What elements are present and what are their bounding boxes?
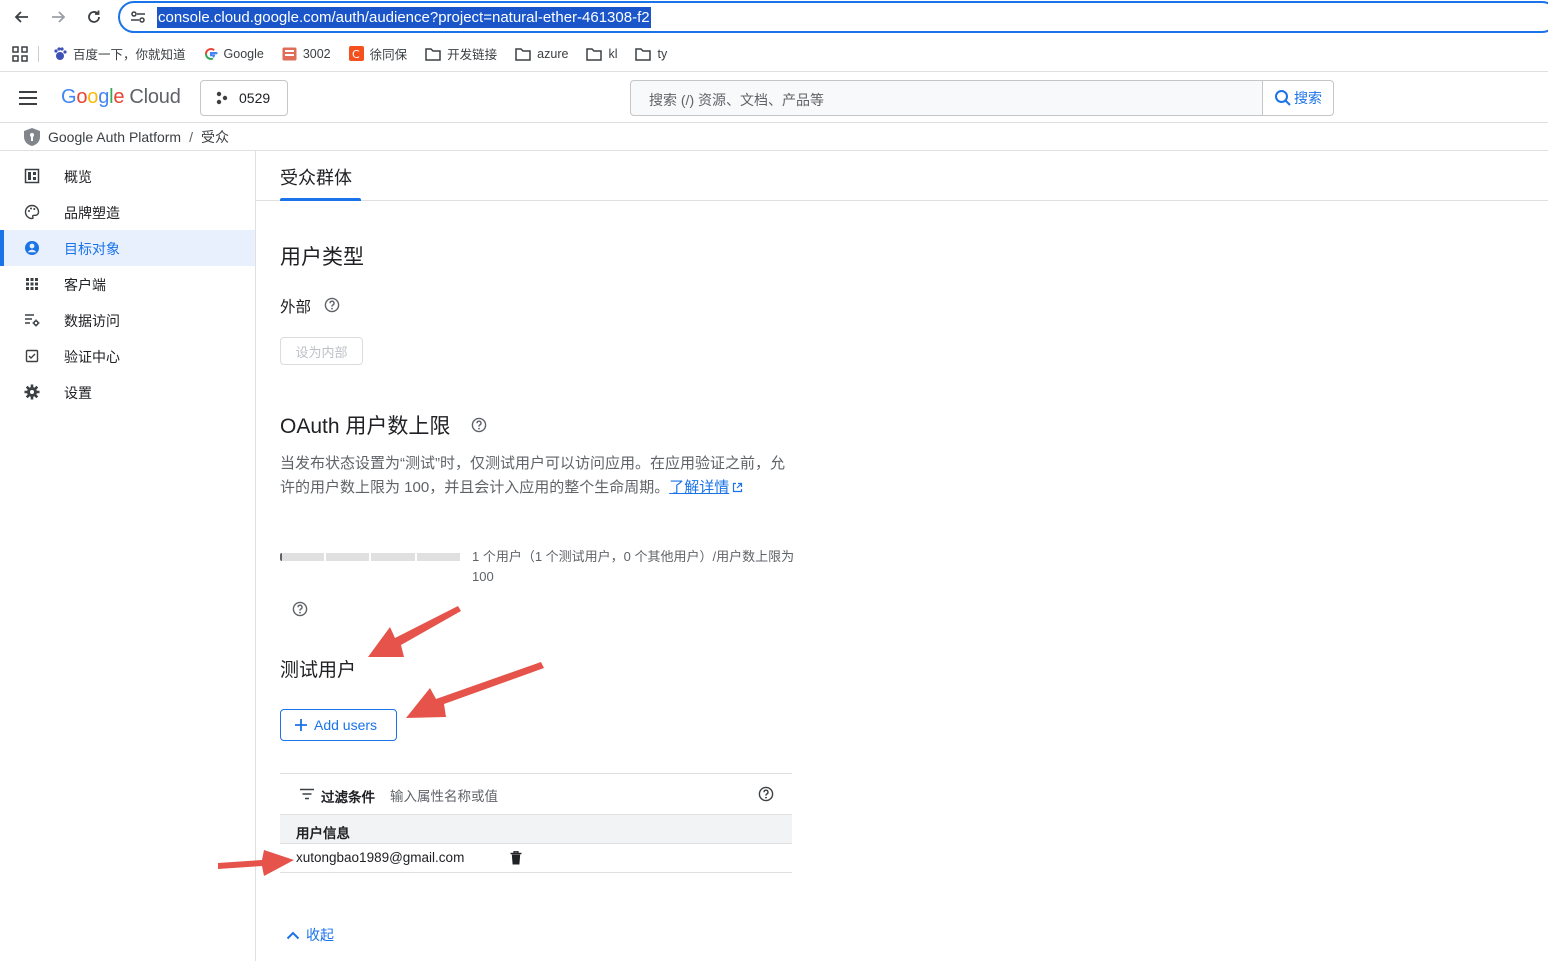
learn-more-link[interactable]: 了解详情 — [669, 479, 743, 496]
bookmark-baidu[interactable]: 百度一下，你就知道 — [53, 44, 186, 63]
chevron-up-icon — [286, 930, 300, 940]
filter-label: 过滤条件 — [321, 790, 375, 805]
oauth-limit-heading: OAuth 用户数上限 — [280, 415, 451, 438]
oauth-limit-description: 当发布状态设置为“测试”时，仅测试用户可以访问应用。在应用验证之前，允许的用户数… — [280, 455, 785, 496]
help-icon[interactable] — [292, 601, 308, 617]
search-icon — [1274, 89, 1292, 107]
filter-bar[interactable]: 过滤条件 输入属性名称或值 — [280, 773, 792, 815]
help-icon[interactable] — [471, 417, 487, 433]
breadcrumb-current: 受众 — [200, 128, 229, 145]
url-text: console.cloud.google.com/auth/audience?p… — [157, 7, 651, 28]
search-placeholder: 搜索 (/) 资源、文档、产品等 — [649, 92, 824, 108]
gear-icon — [24, 384, 40, 400]
table-header-user-info: 用户信息 — [280, 815, 792, 844]
url-field[interactable]: console.cloud.google.com/auth/audience?p… — [118, 1, 1548, 33]
help-icon[interactable] — [758, 786, 774, 802]
browser-address-bar-row: console.cloud.google.com/auth/audience?p… — [0, 0, 1548, 34]
filter-list-icon — [300, 788, 314, 800]
make-internal-button[interactable]: 设为内部 — [280, 337, 363, 365]
reload-icon[interactable] — [83, 6, 105, 28]
sidebar-item-overview[interactable]: 概览 — [0, 158, 255, 194]
tab-bar: 受众群体 — [256, 151, 1548, 201]
svg-text:C: C — [352, 48, 360, 61]
sidebar: 概览 品牌塑造 目标对象 客户端 数据访问 验证中心 设置 — [0, 151, 256, 961]
progress-fill — [280, 553, 282, 561]
dashboard-icon — [24, 168, 40, 184]
hamburger-menu-icon[interactable] — [18, 88, 38, 113]
main-content: 受众群体 用户类型 外部 设为内部 OAuth 用户数上限 当发布状态设置为“测… — [256, 151, 1548, 961]
back-arrow-icon[interactable] — [11, 6, 33, 28]
palette-icon — [24, 204, 40, 220]
bookmarks-divider — [38, 45, 39, 62]
sidebar-item-data-access[interactable]: 数据访问 — [0, 302, 255, 338]
bookmark-folder-kl[interactable]: kl — [586, 47, 617, 61]
bookmark-csdn[interactable]: C 徐同保 — [348, 44, 407, 63]
filter-input[interactable]: 输入属性名称或值 — [390, 785, 498, 805]
plus-icon — [294, 718, 308, 732]
tab-audience[interactable]: 受众群体 — [280, 164, 352, 190]
verified-checkbox-icon — [24, 348, 40, 364]
baidu-icon — [53, 46, 67, 61]
progress-segment — [371, 553, 415, 561]
forward-arrow-icon[interactable] — [47, 6, 69, 28]
data-settings-icon — [24, 312, 40, 328]
search-input[interactable]: 搜索 (/) 资源、文档、产品等 — [630, 80, 1263, 116]
apps-grid-icon — [24, 276, 40, 292]
site-settings-icon[interactable] — [130, 9, 146, 30]
apps-icon[interactable] — [12, 45, 28, 62]
console-header: Google Cloud 0529 搜索 (/) 资源、文档、产品等 搜索 — [0, 73, 1548, 123]
user-limit-progress-bar — [280, 553, 460, 561]
sidebar-item-verification-center[interactable]: 验证中心 — [0, 338, 255, 374]
trash-icon[interactable] — [510, 851, 522, 865]
search-button[interactable]: 搜索 — [1262, 80, 1334, 116]
bookmark-3002[interactable]: 3002 — [282, 47, 331, 61]
test-users-heading: 测试用户 — [280, 660, 357, 681]
project-name: 0529 — [239, 90, 271, 106]
folder-icon — [425, 47, 441, 61]
progress-segment — [325, 553, 369, 561]
breadcrumb: Google Auth Platform / 受众 — [0, 123, 1548, 151]
account-circle-icon — [24, 240, 40, 256]
progress-segment — [280, 553, 324, 561]
bookmark-google[interactable]: Google — [204, 47, 264, 61]
sidebar-item-settings[interactable]: 设置 — [0, 374, 255, 410]
user-type-heading: 用户类型 — [280, 246, 364, 269]
user-email: xutongbao1989@gmail.com — [296, 850, 465, 865]
collapse-button[interactable]: 收起 — [286, 925, 334, 945]
bookmark-folder-dev-links[interactable]: 开发链接 — [425, 44, 497, 63]
csdn-icon: C — [348, 46, 364, 61]
folder-icon — [515, 47, 531, 61]
user-type-value: 外部 — [280, 299, 312, 316]
bookmarks-bar: 百度一下，你就知道 Google 3002 C 徐同保 开发链接 azure k… — [0, 36, 1548, 72]
project-hierarchy-icon — [215, 91, 229, 105]
project-picker-button[interactable]: 0529 — [200, 80, 288, 116]
google-cloud-logo[interactable]: Google Cloud — [61, 86, 181, 109]
help-icon[interactable] — [324, 297, 340, 313]
table-row: xutongbao1989@gmail.com — [280, 844, 792, 873]
bookmark-red-icon — [282, 47, 297, 61]
folder-icon — [635, 47, 652, 61]
user-limit-text: 1 个用户（1 个测试用户，0 个其他用户）/用户数上限为 100 — [472, 549, 795, 584]
sidebar-item-audience[interactable]: 目标对象 — [0, 230, 255, 266]
bookmark-folder-ty[interactable]: ty — [635, 47, 667, 61]
sidebar-item-branding[interactable]: 品牌塑造 — [0, 194, 255, 230]
folder-icon — [586, 47, 603, 61]
progress-segment — [416, 553, 460, 561]
breadcrumb-root[interactable]: Google Auth Platform — [48, 129, 181, 145]
tab-active-indicator — [280, 198, 361, 201]
sidebar-item-clients[interactable]: 客户端 — [0, 266, 255, 302]
shield-icon — [22, 127, 42, 147]
add-users-button[interactable]: Add users — [280, 709, 397, 741]
google-icon — [204, 47, 218, 61]
bookmark-folder-azure[interactable]: azure — [515, 47, 568, 61]
external-link-icon — [733, 482, 743, 493]
